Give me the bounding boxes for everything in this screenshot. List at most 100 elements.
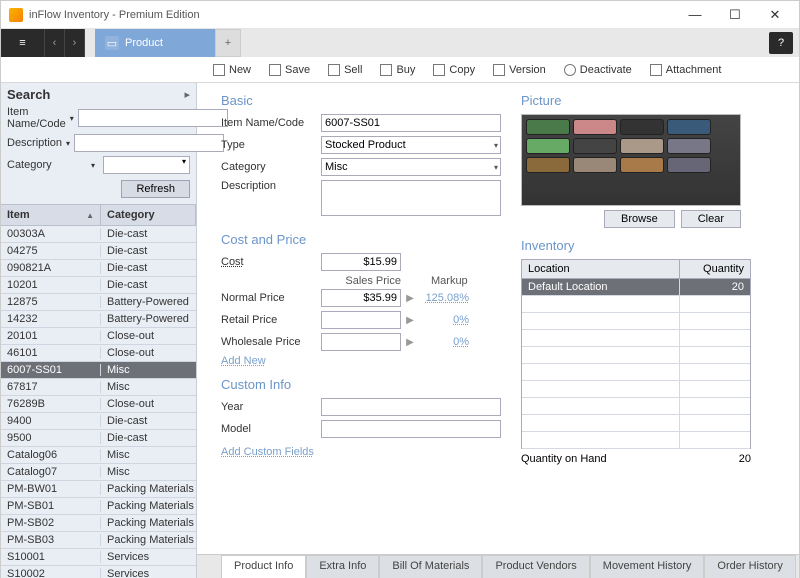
clear-button[interactable]: Clear	[681, 210, 741, 228]
description-input[interactable]	[321, 180, 501, 216]
new-button[interactable]: New	[209, 62, 255, 78]
add-custom-fields-link[interactable]: Add Custom Fields	[221, 446, 314, 458]
table-row[interactable]: PM-SB01Packing Materials	[1, 498, 196, 515]
copy-button[interactable]: Copy	[429, 62, 479, 78]
wholesale-price-input[interactable]	[321, 333, 401, 351]
itemname-input[interactable]	[321, 114, 501, 132]
tab-extra-info[interactable]: Extra Info	[306, 555, 379, 578]
inventory-row[interactable]	[522, 432, 750, 449]
deactivate-button[interactable]: Deactivate	[560, 62, 636, 78]
inventory-row[interactable]	[522, 330, 750, 347]
inventory-row[interactable]	[522, 398, 750, 415]
toolbar: New Save Sell Buy Copy Version Deactivat…	[1, 57, 799, 83]
inventory-row[interactable]	[522, 364, 750, 381]
inventory-row[interactable]	[522, 415, 750, 432]
table-row[interactable]: 12875Battery-Powered	[1, 294, 196, 311]
model-label: Model	[221, 423, 321, 435]
arrow-icon[interactable]: ▶	[401, 293, 419, 304]
search-category-select[interactable]: ▾	[103, 156, 190, 174]
refresh-button[interactable]: Refresh	[121, 180, 190, 198]
item-grid[interactable]: 00303ADie-cast04275Die-cast090821ADie-ca…	[1, 226, 196, 578]
table-row[interactable]: PM-SB03Packing Materials	[1, 532, 196, 549]
table-row[interactable]: Catalog07Misc	[1, 464, 196, 481]
bottom-tabs: Product Info Extra Info Bill Of Material…	[197, 554, 799, 578]
tab-product-info[interactable]: Product Info	[221, 555, 306, 578]
arrow-icon[interactable]: ▶	[401, 337, 419, 348]
itemname-label: Item Name/Code	[221, 117, 321, 129]
table-row[interactable]: 9500Die-cast	[1, 430, 196, 447]
inventory-row[interactable]	[522, 296, 750, 313]
tab-vendors[interactable]: Product Vendors	[482, 555, 589, 578]
table-row[interactable]: 00303ADie-cast	[1, 226, 196, 243]
description-dropdown-icon[interactable]: ▾	[66, 139, 70, 148]
browse-button[interactable]: Browse	[604, 210, 675, 228]
retail-markup[interactable]: 0%	[419, 314, 469, 326]
arrow-icon[interactable]: ▶	[401, 315, 419, 326]
type-select[interactable]: Stocked Product▾	[321, 136, 501, 154]
table-row[interactable]: 46101Close-out	[1, 345, 196, 362]
inventory-row[interactable]	[522, 381, 750, 398]
itemname-dropdown-icon[interactable]: ▾	[70, 114, 74, 123]
type-label: Type	[221, 139, 321, 151]
content-area: Basic Item Name/Code TypeStocked Product…	[197, 83, 799, 578]
table-row[interactable]: S10001Services	[1, 549, 196, 566]
table-row[interactable]: 6007-SS01Misc	[1, 362, 196, 379]
product-icon: ▭	[105, 36, 119, 50]
cost-value[interactable]: $15.99	[321, 253, 401, 271]
back-button[interactable]: ‹	[45, 29, 65, 57]
normal-markup[interactable]: 125.08%	[419, 292, 469, 304]
version-button[interactable]: Version	[489, 62, 550, 78]
add-new-price-link[interactable]: Add New	[221, 355, 266, 367]
copy-icon	[433, 64, 445, 76]
table-row[interactable]: 10201Die-cast	[1, 277, 196, 294]
table-row[interactable]: PM-SB02Packing Materials	[1, 515, 196, 532]
buy-button[interactable]: Buy	[376, 62, 419, 78]
category-dropdown-icon[interactable]: ▾	[91, 161, 99, 170]
table-row[interactable]: PM-BW01Packing Materials	[1, 481, 196, 498]
add-tab-button[interactable]: +	[215, 29, 241, 57]
tab-order[interactable]: Order History	[704, 555, 795, 578]
save-icon	[269, 64, 281, 76]
table-row[interactable]: 76289BClose-out	[1, 396, 196, 413]
table-row[interactable]: 04275Die-cast	[1, 243, 196, 260]
tab-bom[interactable]: Bill Of Materials	[379, 555, 482, 578]
normal-price-input[interactable]: $35.99	[321, 289, 401, 307]
model-input[interactable]	[321, 420, 501, 438]
sell-button[interactable]: Sell	[324, 62, 366, 78]
save-button[interactable]: Save	[265, 62, 314, 78]
table-row[interactable]: 67817Misc	[1, 379, 196, 396]
expand-icon[interactable]: ▸	[184, 88, 190, 101]
col-location[interactable]: Location	[522, 260, 680, 278]
minimize-button[interactable]: —	[675, 2, 715, 28]
help-button[interactable]: ?	[769, 32, 793, 54]
close-button[interactable]: ✕	[755, 2, 795, 28]
inventory-grid[interactable]: Default Location20	[521, 279, 751, 449]
inventory-row[interactable]	[522, 347, 750, 364]
table-row[interactable]: 090821ADie-cast	[1, 260, 196, 277]
attachment-button[interactable]: Attachment	[646, 62, 726, 78]
inventory-row[interactable]	[522, 313, 750, 330]
table-row[interactable]: 14232Battery-Powered	[1, 311, 196, 328]
inventory-row[interactable]: Default Location20	[522, 279, 750, 296]
table-row[interactable]: S10002Services	[1, 566, 196, 578]
category-select[interactable]: Misc▾	[321, 158, 501, 176]
window-title: inFlow Inventory - Premium Edition	[29, 9, 675, 21]
table-row[interactable]: 9400Die-cast	[1, 413, 196, 430]
cost-label[interactable]: Cost	[221, 256, 321, 268]
year-input[interactable]	[321, 398, 501, 416]
wholesale-markup[interactable]: 0%	[419, 336, 469, 348]
tab-movement[interactable]: Movement History	[590, 555, 705, 578]
tab-product[interactable]: ▭ Product	[95, 29, 215, 57]
col-quantity[interactable]: Quantity	[680, 260, 750, 278]
main-menu-button[interactable]: ≡	[1, 29, 45, 57]
product-picture[interactable]	[521, 114, 741, 206]
retail-price-input[interactable]	[321, 311, 401, 329]
col-category[interactable]: Category	[101, 205, 196, 225]
sales-price-header: Sales Price	[321, 275, 401, 287]
table-row[interactable]: Catalog06Misc	[1, 447, 196, 464]
forward-button[interactable]: ›	[65, 29, 85, 57]
col-item[interactable]: Item▲	[1, 205, 101, 225]
basic-heading: Basic	[221, 93, 501, 108]
maximize-button[interactable]: ☐	[715, 2, 755, 28]
table-row[interactable]: 20101Close-out	[1, 328, 196, 345]
